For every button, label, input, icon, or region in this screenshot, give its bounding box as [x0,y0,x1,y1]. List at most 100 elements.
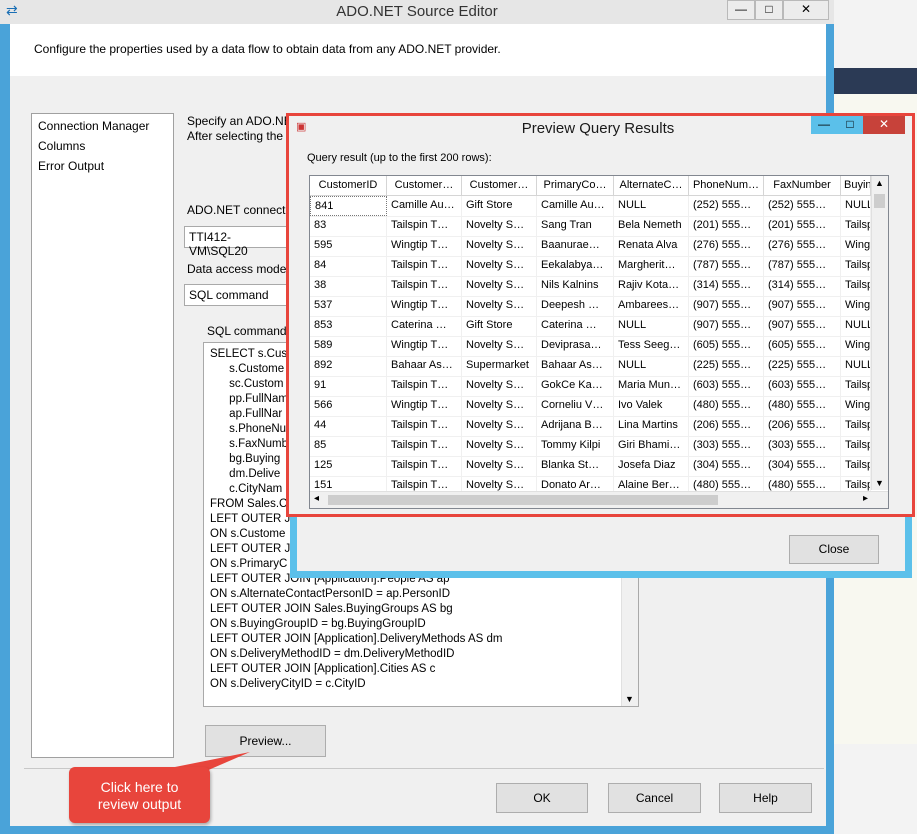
preview-maximize-button[interactable]: □ [837,116,863,134]
table-cell[interactable]: 841 [310,196,387,216]
table-cell[interactable]: NULL [614,356,689,376]
table-cell[interactable]: Gift Store [462,196,537,216]
table-cell[interactable]: (907) 555… [689,316,764,336]
table-cell[interactable]: Giri Bhami… [614,436,689,456]
grid-column-header[interactable]: PrimaryCo… [537,176,614,196]
table-row[interactable]: 537 Wingtip T… Novelty S… Deepesh … Ambarees… [310,296,872,317]
table-cell[interactable]: Novelty S… [462,236,537,256]
table-cell[interactable]: (252) 555… [764,196,841,216]
vertical-scroll-thumb[interactable] [874,194,885,208]
table-cell[interactable]: (225) 555… [764,356,841,376]
table-cell[interactable]: (787) 555… [764,256,841,276]
table-row[interactable]: 84 Tailspin T… Novelty S… Eekalabya… Margher… [310,256,872,277]
table-cell[interactable]: NULL [614,196,689,216]
table-cell[interactable]: (225) 555… [689,356,764,376]
table-cell[interactable]: Renata Alva [614,236,689,256]
table-cell[interactable]: Baanurae… [537,236,614,256]
table-cell[interactable]: Tommy Kilpi [537,436,614,456]
table-cell[interactable]: Tailspin T… [387,256,462,276]
preview-minimize-button[interactable]: — [811,116,837,134]
table-row[interactable]: 853 Caterina … Gift Store Caterina … NULL (90… [310,316,872,337]
table-cell[interactable]: 84 [310,256,387,276]
nav-item-columns[interactable]: Columns [38,139,85,153]
table-cell[interactable]: Camille Au… [537,196,614,216]
table-row[interactable]: 91 Tailspin T… Novelty S… GokCe Ka… Maria Mu… [310,376,872,397]
table-cell[interactable]: Tailspin T… [387,376,462,396]
table-cell[interactable]: Novelty S… [462,296,537,316]
table-cell[interactable]: (907) 555… [764,316,841,336]
table-cell[interactable]: GokCe Ka… [537,376,614,396]
table-cell[interactable]: Novelty S… [462,396,537,416]
table-cell[interactable]: (480) 555… [764,396,841,416]
table-cell[interactable]: (314) 555… [689,276,764,296]
ok-button[interactable]: OK [496,783,588,813]
table-cell[interactable]: (603) 555… [764,376,841,396]
table-cell[interactable]: (276) 555… [764,236,841,256]
table-row[interactable]: 841 Camille Au… Gift Store Camille Au… NULL(… [310,196,872,217]
table-cell[interactable]: Wingtip T… [387,336,462,356]
table-cell[interactable]: Ambarees… [614,296,689,316]
table-cell[interactable]: Josefa Diaz [614,456,689,476]
table-cell[interactable]: (907) 555… [764,296,841,316]
table-cell[interactable]: Novelty S… [462,436,537,456]
table-cell[interactable]: Novelty S… [462,456,537,476]
table-cell[interactable]: Nils Kalnins [537,276,614,296]
table-cell[interactable]: (480) 555… [689,396,764,416]
table-cell[interactable]: (314) 555… [764,276,841,296]
table-cell[interactable]: Tailspin T… [387,216,462,236]
table-cell[interactable]: Supermarket [462,356,537,376]
minimize-button[interactable]: — [727,0,755,20]
scroll-left-icon[interactable]: ◂ [314,493,319,504]
table-cell[interactable]: Tailspin T… [387,456,462,476]
table-cell[interactable]: (304) 555… [689,456,764,476]
table-cell[interactable]: (603) 555… [689,376,764,396]
table-cell[interactable]: 44 [310,416,387,436]
table-cell[interactable]: Tess Seeg… [614,336,689,356]
table-row[interactable]: 38 Tailspin T… Novelty S… Nils Kalnins Rajiv… [310,276,872,297]
table-cell[interactable]: Tailsp [841,376,871,396]
table-cell[interactable]: Tailspin T… [387,276,462,296]
table-cell[interactable]: Gift Store [462,316,537,336]
table-cell[interactable]: Novelty S… [462,216,537,236]
table-cell[interactable]: 566 [310,396,387,416]
table-row[interactable]: 44 Tailspin T… Novelty S… Adrijana B… Lina M… [310,416,872,437]
table-row[interactable]: 85 Tailspin T… Novelty S… Tommy Kilpi Giri B… [310,436,872,457]
table-cell[interactable]: (605) 555… [764,336,841,356]
table-cell[interactable]: Maria Mun… [614,376,689,396]
scroll-right-icon[interactable]: ▸ [863,493,868,504]
preview-close-button[interactable]: Close [789,535,879,564]
table-cell[interactable]: NULL [841,316,871,336]
table-cell[interactable]: Lina Martins [614,416,689,436]
grid-column-header[interactable]: AlternateC… [614,176,689,196]
table-cell[interactable]: Blanka St… [537,456,614,476]
table-cell[interactable]: Tailsp [841,256,871,276]
maximize-button[interactable]: □ [755,0,783,20]
table-cell[interactable]: Novelty S… [462,276,537,296]
table-cell[interactable]: Caterina … [387,316,462,336]
table-cell[interactable]: Caterina … [537,316,614,336]
table-cell[interactable]: Margherit… [614,256,689,276]
table-cell[interactable]: (206) 555… [689,416,764,436]
table-cell[interactable]: 85 [310,436,387,456]
table-cell[interactable]: Tailsp [841,416,871,436]
table-cell[interactable]: (787) 555… [689,256,764,276]
table-cell[interactable]: Bela Nemeth [614,216,689,236]
table-cell[interactable]: (252) 555… [689,196,764,216]
table-cell[interactable]: (907) 555… [689,296,764,316]
table-cell[interactable]: Wingtip T… [387,296,462,316]
preview-close-x-button[interactable]: ✕ [863,116,905,134]
table-row[interactable]: 589 Wingtip T… Novelty S… Deviprasa… Tess Se… [310,336,872,357]
table-cell[interactable]: Eekalabya… [537,256,614,276]
table-cell[interactable]: 38 [310,276,387,296]
table-cell[interactable]: Novelty S… [462,376,537,396]
close-button[interactable]: ✕ [783,0,829,20]
table-cell[interactable]: Tailsp [841,216,871,236]
table-cell[interactable]: Tailsp [841,456,871,476]
table-cell[interactable]: Corneliu V… [537,396,614,416]
table-cell[interactable]: Wingtip T… [387,236,462,256]
table-cell[interactable]: 589 [310,336,387,356]
table-cell[interactable]: (605) 555… [689,336,764,356]
table-cell[interactable]: Novelty S… [462,256,537,276]
table-cell[interactable]: 125 [310,456,387,476]
table-cell[interactable]: (304) 555… [764,456,841,476]
